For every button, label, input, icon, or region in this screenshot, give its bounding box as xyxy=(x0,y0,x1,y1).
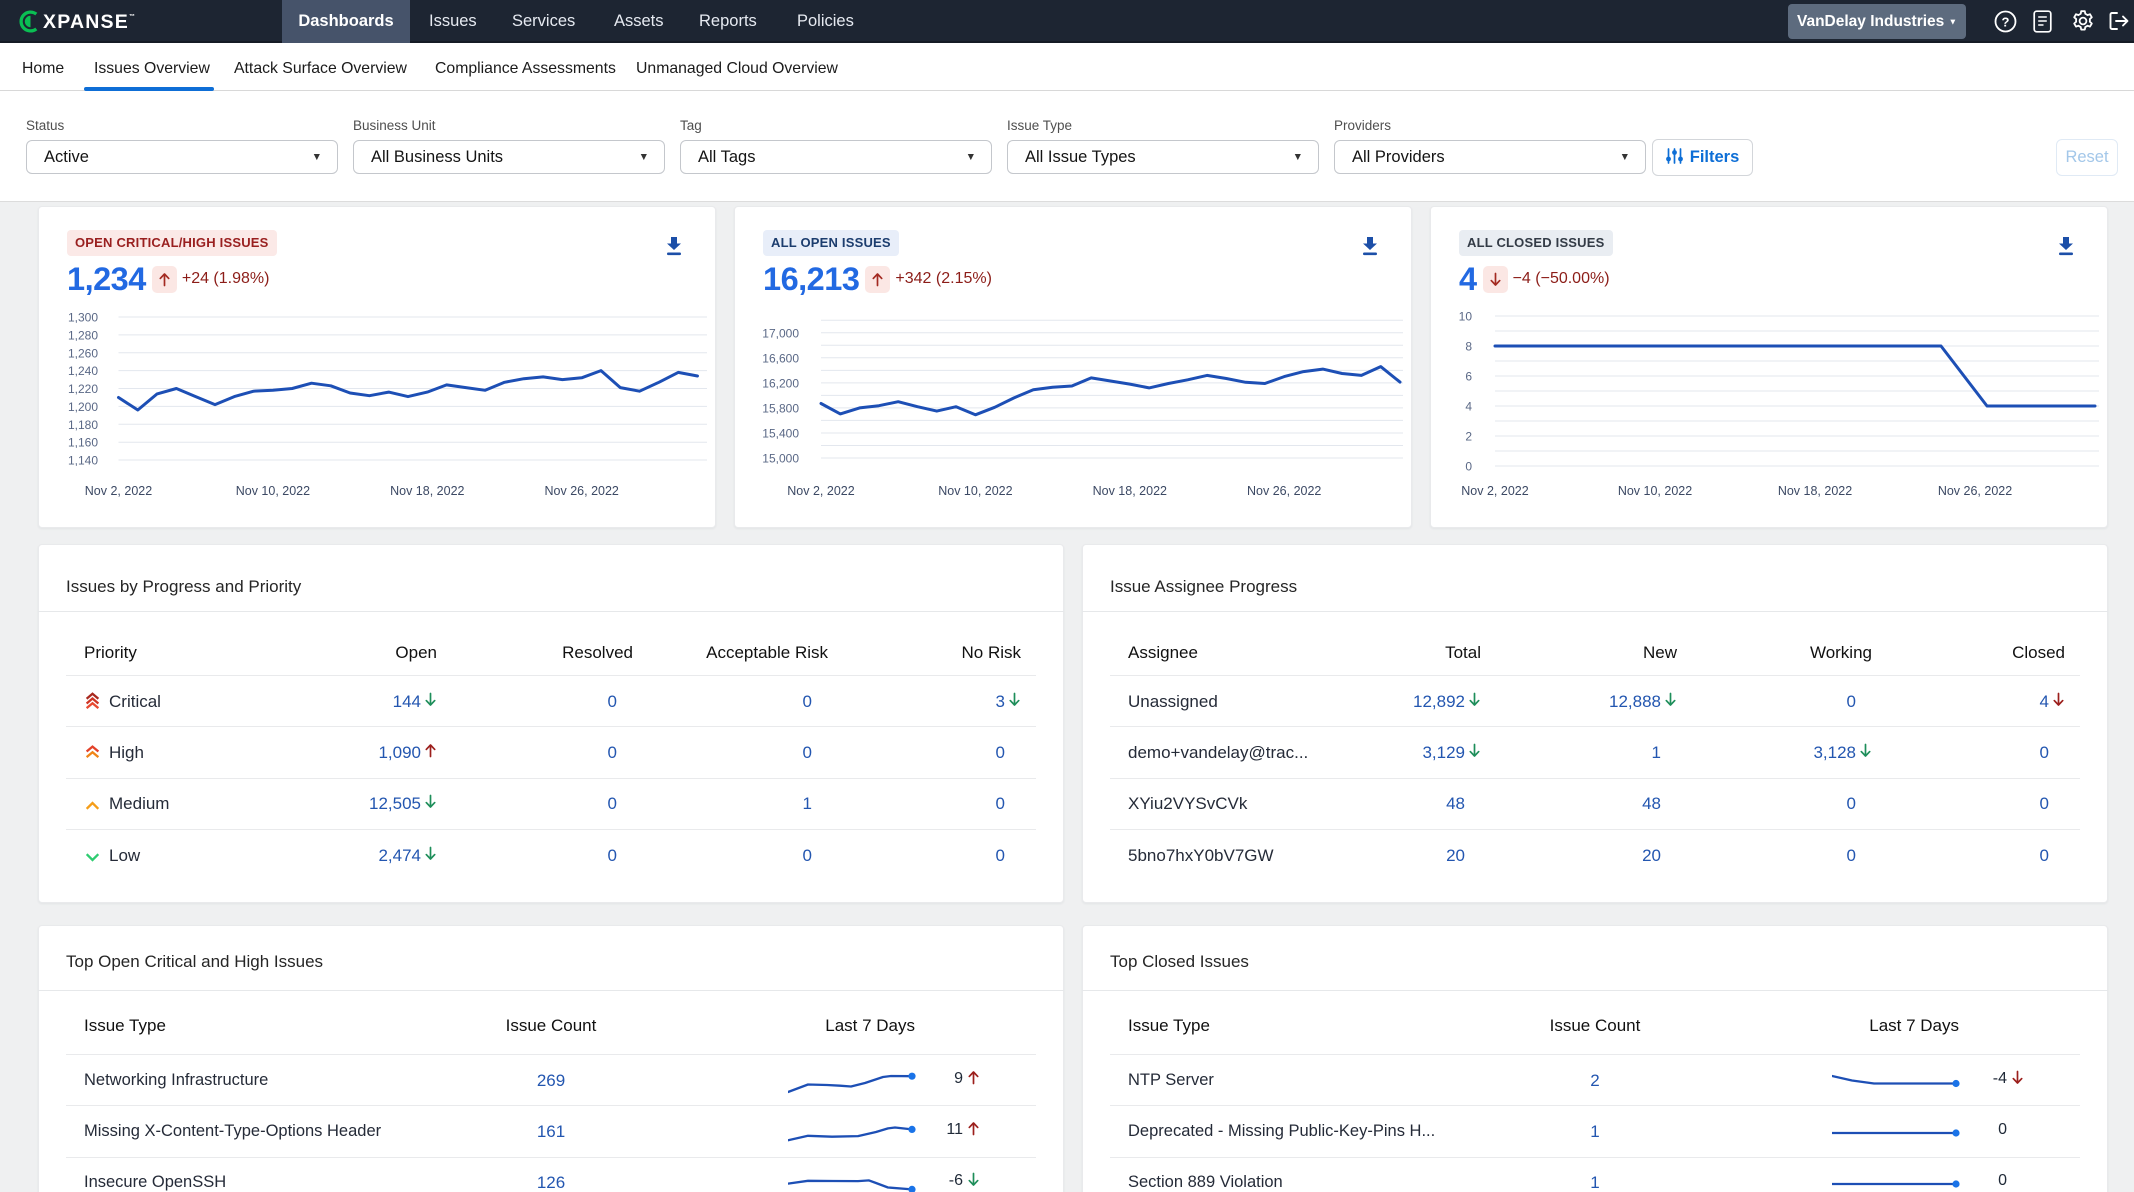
svg-text:1,240: 1,240 xyxy=(68,364,98,378)
svg-text:Nov 26, 2022: Nov 26, 2022 xyxy=(1247,484,1321,498)
svg-text:15,800: 15,800 xyxy=(762,401,799,415)
svg-text:1,300: 1,300 xyxy=(68,311,98,325)
svg-text:Nov 10, 2022: Nov 10, 2022 xyxy=(236,484,310,498)
svg-text:0: 0 xyxy=(1465,460,1472,474)
svg-text:1,200: 1,200 xyxy=(68,400,98,414)
svg-text:?: ? xyxy=(2002,14,2010,29)
svg-text:Nov 26, 2022: Nov 26, 2022 xyxy=(545,484,619,498)
svg-text:6: 6 xyxy=(1465,370,1472,384)
svg-text:15,000: 15,000 xyxy=(762,452,799,466)
svg-text:Nov 2, 2022: Nov 2, 2022 xyxy=(1461,484,1528,498)
svg-text:10: 10 xyxy=(1459,310,1473,324)
svg-text:Nov 18, 2022: Nov 18, 2022 xyxy=(390,484,464,498)
svg-text:Nov 18, 2022: Nov 18, 2022 xyxy=(1778,484,1852,498)
svg-text:1,220: 1,220 xyxy=(68,382,98,396)
svg-text:Nov 10, 2022: Nov 10, 2022 xyxy=(1618,484,1692,498)
svg-text:Nov 10, 2022: Nov 10, 2022 xyxy=(938,484,1012,498)
svg-text:4: 4 xyxy=(1465,400,1472,414)
svg-text:16,600: 16,600 xyxy=(762,351,799,365)
svg-text:15,400: 15,400 xyxy=(762,427,799,441)
svg-text:1,160: 1,160 xyxy=(68,436,98,450)
svg-text:1,280: 1,280 xyxy=(68,328,98,342)
svg-text:16,200: 16,200 xyxy=(762,376,799,390)
svg-text:1,140: 1,140 xyxy=(68,454,98,468)
svg-text:2: 2 xyxy=(1465,430,1472,444)
svg-text:8: 8 xyxy=(1465,340,1472,354)
svg-text:1,180: 1,180 xyxy=(68,418,98,432)
svg-text:1,260: 1,260 xyxy=(68,346,98,360)
svg-text:Nov 18, 2022: Nov 18, 2022 xyxy=(1093,484,1167,498)
svg-text:Nov 2, 2022: Nov 2, 2022 xyxy=(85,484,152,498)
svg-text:Nov 26, 2022: Nov 26, 2022 xyxy=(1938,484,2012,498)
svg-text:Nov 2, 2022: Nov 2, 2022 xyxy=(787,484,854,498)
svg-text:17,000: 17,000 xyxy=(762,326,799,340)
